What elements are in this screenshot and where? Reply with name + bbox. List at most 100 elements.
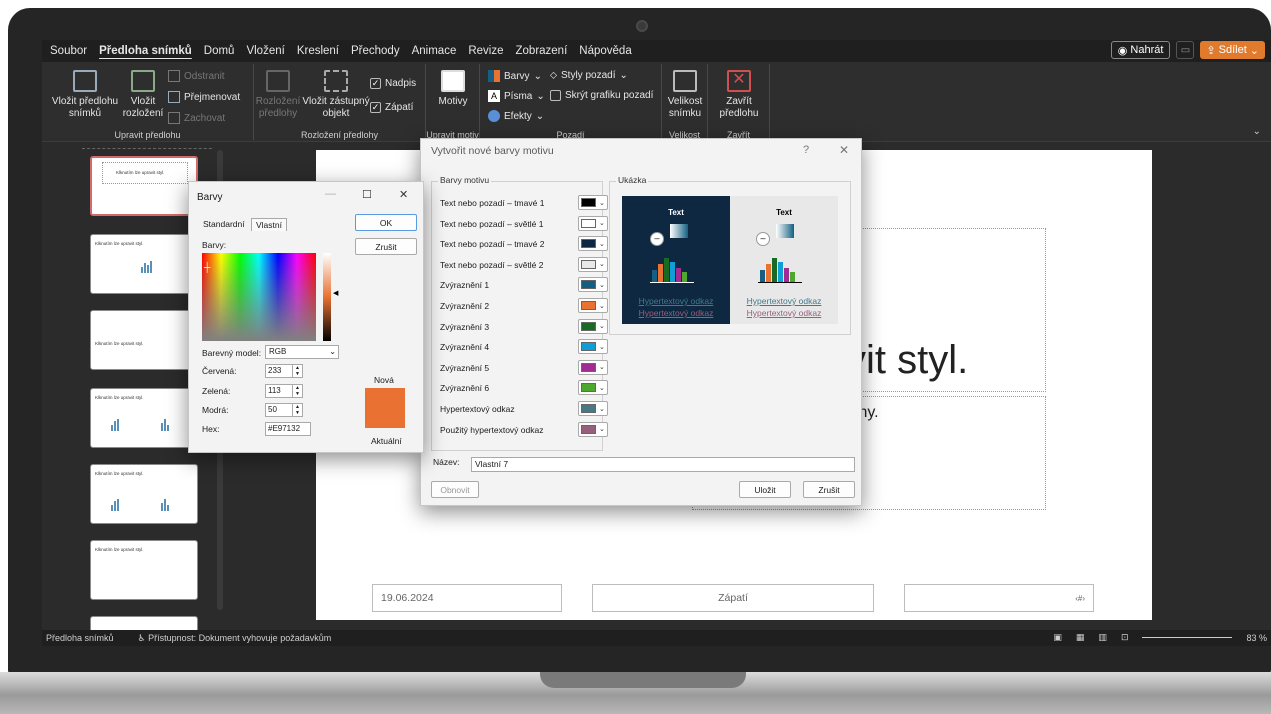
maximize-icon[interactable]: ☐ [362, 188, 372, 201]
close-master-button[interactable]: ✕ Zavřít předlohu [712, 70, 766, 120]
reading-view-icon[interactable]: ▥ [1098, 632, 1107, 643]
new-color-swatch [365, 388, 405, 428]
insert-layout-button[interactable]: Vložit rozložení [120, 70, 166, 120]
spinner-arrows-icon[interactable]: ▲ ▼ [292, 404, 302, 416]
slide-thumbnail[interactable]: Klknutím lze upravit styl. [90, 464, 198, 524]
hide-bg-checkbox[interactable]: Skrýt grafiku pozadí [550, 90, 653, 101]
color-picker-button[interactable]: ⌄ [578, 401, 608, 416]
help-icon[interactable]: ? [803, 144, 809, 156]
menu-item[interactable]: Vložení [240, 45, 290, 57]
preserve-button[interactable]: Zachovat [168, 112, 225, 124]
footer-number[interactable]: ‹#› [904, 584, 1094, 612]
slide-thumbnail[interactable]: Klknutím lze upravit styl. [90, 234, 198, 294]
slide-size-button[interactable]: Velikost snímku [664, 70, 706, 120]
color-picker-button[interactable]: ⌄ [578, 195, 608, 210]
color-picker-button[interactable]: ⌄ [578, 318, 608, 334]
color-picker-button[interactable]: ⌄ [578, 339, 608, 355]
zoom-level[interactable]: 83 % [1246, 633, 1267, 643]
menu-item[interactable]: Revize [462, 45, 509, 57]
hex-input[interactable]: #E97132 [265, 422, 311, 436]
slide-thumbnail[interactable]: Klknutím lze upravit styl. [90, 388, 198, 448]
slide-thumbnail[interactable]: Klknutím lze upravit styl. [90, 540, 198, 600]
close-icon: ✕ [727, 70, 751, 92]
menu-item[interactable]: Kreslení [291, 45, 345, 57]
accessibility-status[interactable]: ♿︎ Přístupnost: Dokument vyhovuje požada… [138, 633, 332, 644]
color-picker-button[interactable]: ⌄ [578, 236, 608, 252]
bg-styles-button[interactable]: ⬦ Styly pozadí ⌄ [550, 70, 628, 81]
color-picker-button[interactable]: ⌄ [578, 256, 608, 272]
color-swatch [581, 321, 596, 331]
color-picker-button[interactable]: ⌄ [578, 298, 608, 313]
color-picker-button[interactable]: ⌄ [578, 277, 608, 293]
color-picker-button[interactable]: ⌄ [578, 380, 608, 396]
theme-color-row: Zvýraznění 2 ⌄ [440, 298, 608, 313]
chevron-down-icon[interactable]: ⌄ [1253, 126, 1261, 137]
theme-colors-group: Barvy motivu Text nebo pozadí – tmavé 1 ⌄… [431, 175, 608, 451]
menu-item[interactable]: Přechody [345, 45, 406, 57]
spinner-arrows-icon[interactable]: ▲ ▼ [292, 365, 302, 377]
blue-spinner[interactable]: 50 ▲ ▼ [265, 403, 303, 417]
comments-icon[interactable]: ▭ [1176, 41, 1195, 59]
color-picker-button[interactable]: ⌄ [578, 359, 608, 375]
accessibility-label: Přístupnost: Dokument vyhovuje požadavků… [148, 632, 332, 643]
rename-label: Přejmenovat [184, 91, 241, 103]
zoom-slider[interactable] [1142, 637, 1233, 638]
tab-standard[interactable]: Standardní [199, 218, 249, 230]
effects-button[interactable]: Efekty ⌄ [488, 110, 544, 122]
spinner-arrows-icon[interactable]: ▲ ▼ [292, 385, 302, 397]
group-label: Barvy motivu [438, 175, 492, 185]
ok-button[interactable]: OK [355, 214, 417, 231]
close-icon[interactable]: ✕ [839, 143, 849, 157]
footer-checkbox[interactable]: ✓ Zápatí [370, 102, 413, 113]
minimize-icon[interactable]: — [325, 188, 336, 200]
name-input[interactable]: Vlastní 7 [471, 457, 855, 472]
menu-item[interactable]: Zobrazení [510, 45, 574, 57]
shape-circle: – [650, 232, 664, 246]
slide-thumbnail[interactable]: Klknutím lze upravit styl. [90, 310, 198, 370]
cancel-button[interactable]: Zrušit [355, 238, 417, 255]
insert-master-button[interactable]: Vložit předlohu snímků [50, 70, 120, 120]
save-button[interactable]: Uložit [739, 481, 791, 498]
preview-followed: Hypertextový odkaz [638, 308, 714, 318]
menu-item[interactable]: Domů [198, 45, 241, 57]
fonts-label: Písma [504, 90, 533, 102]
slide-thumbnail[interactable]: Klknutím lze upravit styl. [90, 156, 198, 216]
crosshair-icon[interactable]: ┼ [204, 262, 210, 272]
color-picker-button[interactable]: ⌄ [578, 215, 608, 231]
menu-item[interactable]: Animace [406, 45, 463, 57]
tab-custom[interactable]: Vlastní [251, 218, 287, 231]
share-button[interactable]: ⇪ Sdílet ⌄ [1200, 41, 1265, 59]
sorter-view-icon[interactable]: ▦ [1076, 632, 1085, 643]
luminance-slider[interactable] [323, 253, 331, 341]
colors-button[interactable]: Barvy ⌄ [488, 70, 542, 82]
menu-item[interactable]: Soubor [44, 45, 93, 57]
footer-text[interactable]: Zápatí [592, 584, 874, 612]
footer-text-label: Zápatí [718, 592, 748, 604]
menu-item[interactable]: Nápověda [573, 45, 637, 57]
group-theme: Motivy Upravit motiv [426, 64, 480, 140]
theme-color-row: Zvýraznění 6 ⌄ [440, 380, 608, 396]
placeholder-icon [324, 70, 348, 92]
rename-button[interactable]: Přejmenovat [168, 91, 240, 103]
green-spinner[interactable]: 113 ▲ ▼ [265, 384, 303, 398]
cancel-button[interactable]: Zrušit [803, 481, 855, 498]
title-checkbox[interactable]: ✓ Nadpis [370, 78, 416, 89]
fonts-button[interactable]: A Písma ⌄ [488, 90, 545, 102]
delete-button[interactable]: Odstranit [168, 70, 225, 82]
color-model-select[interactable]: RGB ⌄ [265, 345, 339, 359]
slider-pointer-icon[interactable]: ◀ [333, 289, 338, 297]
themes-button[interactable]: Motivy [430, 70, 476, 108]
color-spectrum[interactable] [202, 253, 316, 341]
red-spinner[interactable]: 233 ▲ ▼ [265, 364, 303, 378]
menu-item[interactable]: Předloha snímků [93, 45, 198, 57]
color-picker-button[interactable]: ⌄ [578, 421, 608, 437]
footer-date[interactable]: 19.06.2024 [372, 584, 562, 612]
normal-view-icon[interactable]: ▣ [1053, 632, 1062, 643]
insert-placeholder-button[interactable]: Vložit zástupný objekt [300, 70, 372, 120]
record-button[interactable]: ◉ Nahrát [1110, 41, 1171, 59]
record-label: Nahrát [1130, 44, 1164, 56]
close-icon[interactable]: ✕ [399, 188, 408, 201]
master-layout-button[interactable]: Rozložení předlohy [256, 70, 300, 120]
reset-button[interactable]: Obnovit [431, 481, 479, 498]
slideshow-icon[interactable]: ⊡ [1121, 632, 1129, 643]
